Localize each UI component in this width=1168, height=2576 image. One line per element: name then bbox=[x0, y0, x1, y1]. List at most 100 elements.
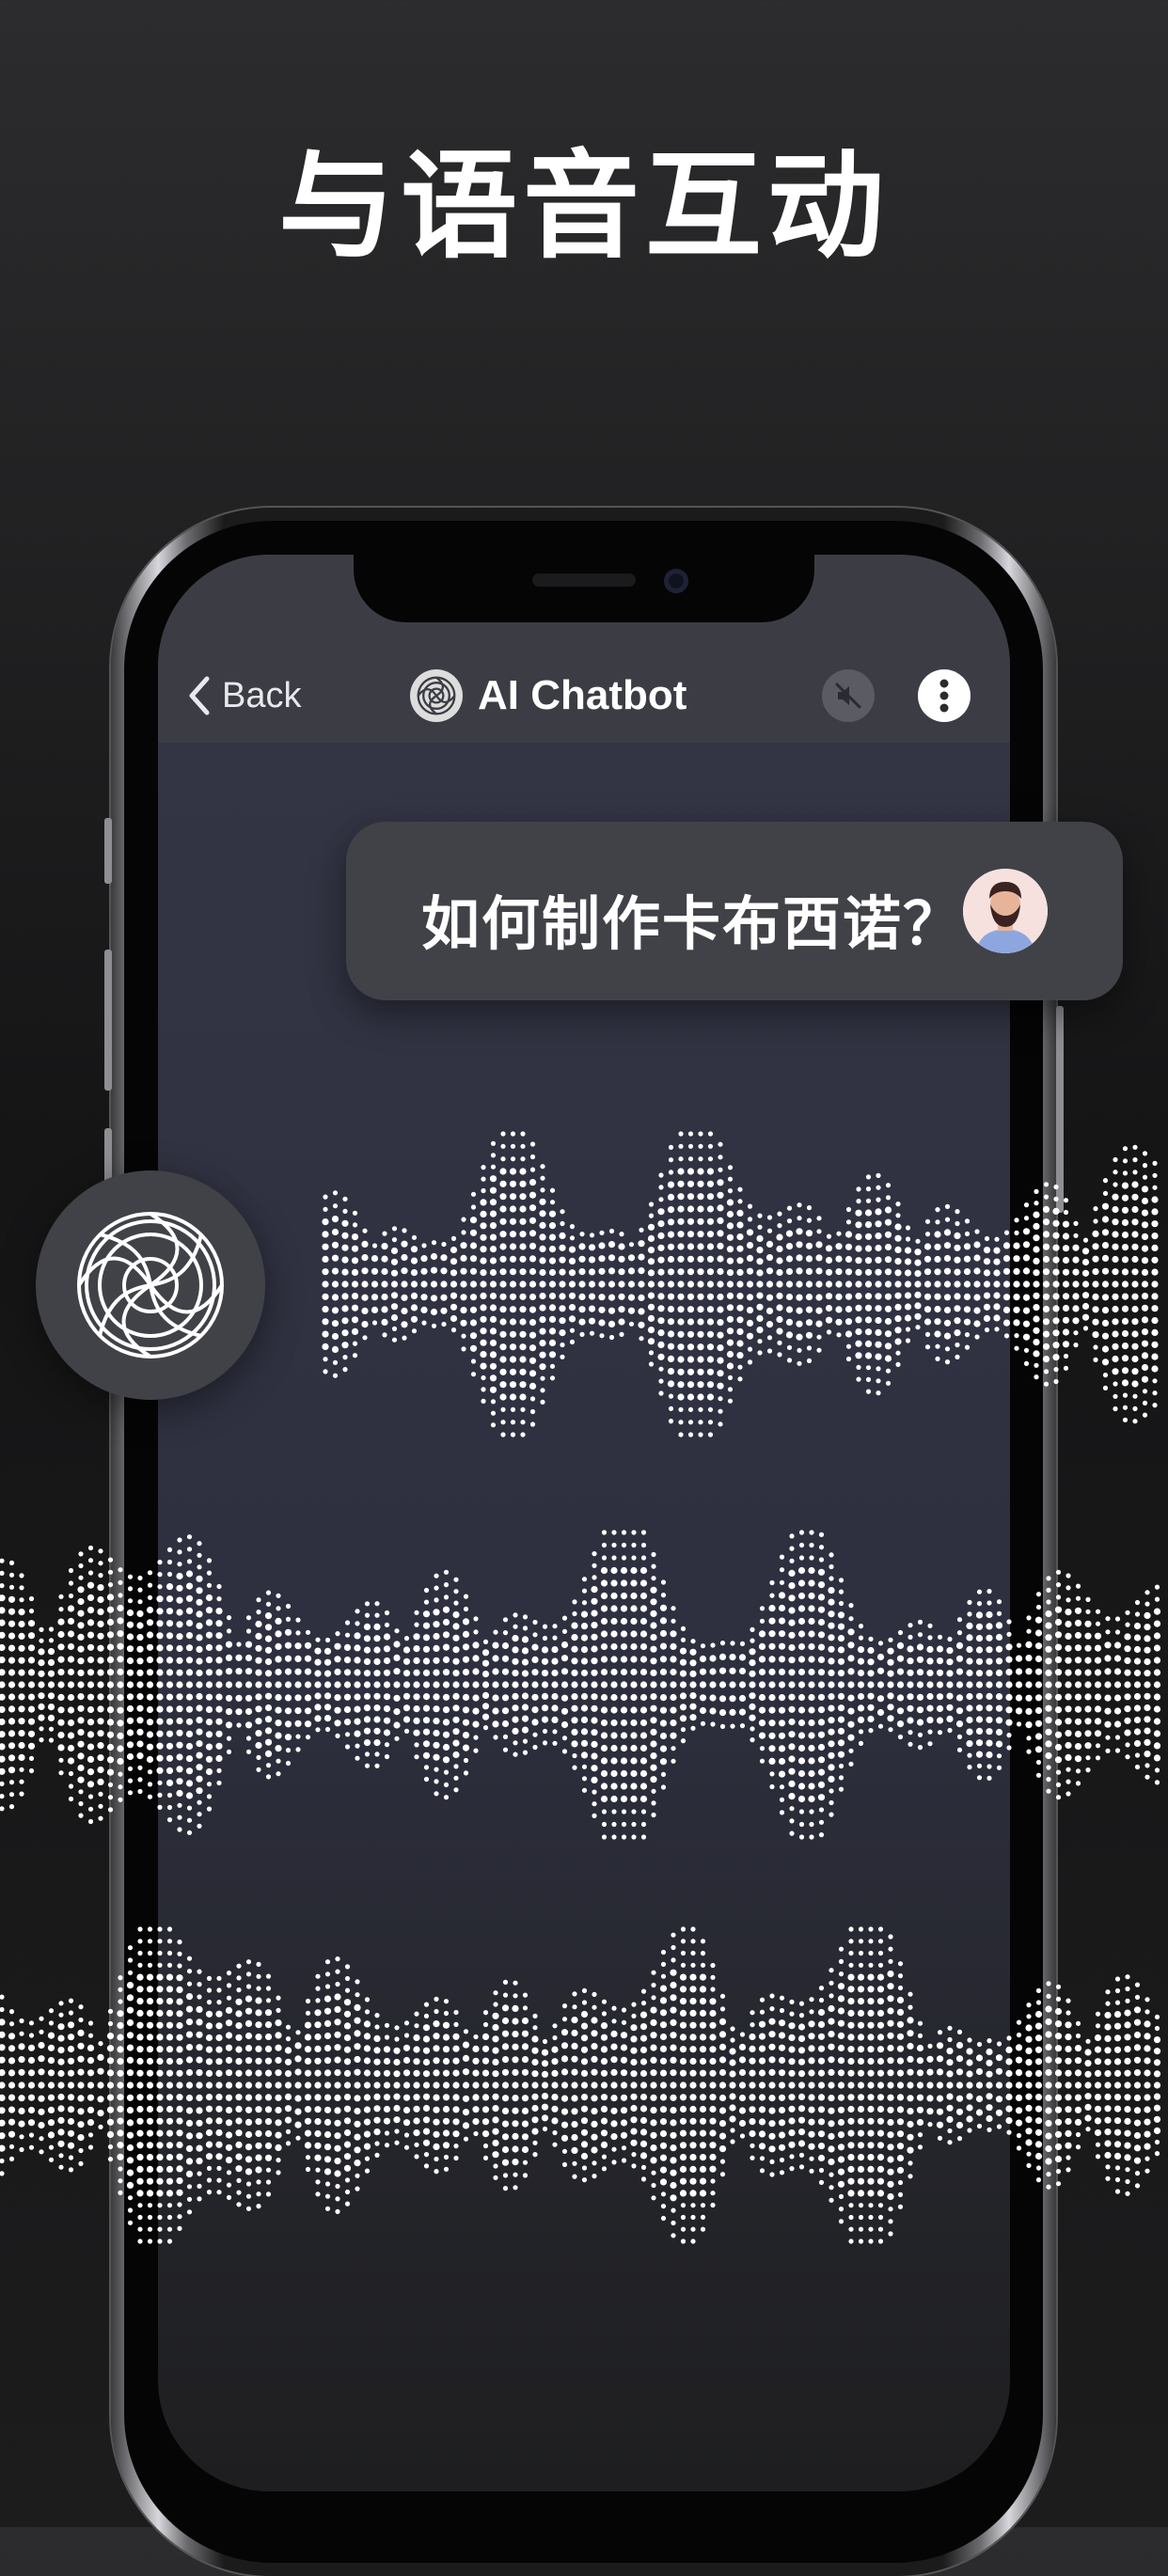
wave-dot bbox=[157, 1780, 163, 1785]
wave-dot bbox=[423, 2152, 430, 2158]
wave-dot bbox=[322, 1343, 329, 1350]
wave-dot bbox=[197, 1541, 202, 1547]
wave-dot bbox=[294, 1694, 302, 1702]
wave-dot bbox=[608, 1267, 616, 1275]
wave-dot bbox=[0, 1583, 5, 1589]
wave-dot bbox=[966, 2081, 973, 2089]
wave-dot bbox=[521, 2095, 529, 2102]
wave-dot bbox=[697, 1330, 704, 1338]
wave-dot bbox=[699, 2117, 707, 2125]
wave-dot bbox=[343, 1657, 352, 1664]
wave-dot bbox=[717, 1357, 724, 1364]
wave-dot bbox=[501, 2004, 510, 2012]
wave-dot bbox=[677, 1193, 685, 1201]
wave-dot bbox=[857, 1646, 865, 1654]
wave-dot bbox=[867, 1646, 875, 1655]
wave-dot bbox=[671, 1606, 676, 1611]
wave-dot bbox=[808, 2057, 815, 2065]
wave-dot bbox=[627, 1307, 636, 1314]
wave-dot bbox=[1151, 1244, 1159, 1251]
wave-dot bbox=[1094, 2128, 1102, 2137]
wave-dot bbox=[343, 1999, 352, 2006]
wave-dot bbox=[591, 2146, 598, 2154]
wave-dot bbox=[805, 1255, 813, 1263]
wave-dot bbox=[118, 1593, 123, 1598]
wave-dot bbox=[334, 2158, 341, 2165]
wave-dot bbox=[433, 1632, 440, 1641]
wave-dot bbox=[788, 1693, 796, 1701]
wave-dot bbox=[136, 2094, 144, 2101]
wave-dot bbox=[225, 2131, 233, 2139]
wave-dot bbox=[206, 2000, 213, 2005]
wave-dot bbox=[67, 1617, 75, 1626]
wave-dot bbox=[186, 1805, 193, 1811]
wave-dot bbox=[235, 2141, 243, 2148]
wave-dot bbox=[166, 1962, 173, 1968]
wave-dot bbox=[285, 2128, 292, 2134]
wave-dot bbox=[156, 1657, 164, 1664]
wave-dot bbox=[699, 1655, 707, 1663]
wave-dot bbox=[868, 1939, 874, 1944]
wave-dot bbox=[1114, 1976, 1121, 1982]
wave-dot bbox=[778, 2094, 786, 2101]
wave-dot bbox=[983, 1280, 991, 1288]
wave-dot bbox=[126, 2157, 134, 2164]
wave-dot bbox=[963, 1318, 971, 1326]
wave-dot bbox=[522, 2160, 529, 2165]
wave-dot bbox=[1045, 2005, 1052, 2013]
wave-dot bbox=[322, 1318, 329, 1326]
wave-dot bbox=[1124, 1657, 1131, 1664]
wave-dot bbox=[707, 1131, 714, 1137]
wave-dot bbox=[1134, 1994, 1141, 2000]
wave-dot bbox=[552, 1729, 558, 1735]
wave-dot bbox=[750, 2022, 755, 2028]
wave-dot bbox=[954, 1293, 961, 1300]
wave-dot bbox=[630, 2024, 638, 2032]
wave-dot bbox=[1034, 1694, 1043, 1702]
wave-dot bbox=[875, 1328, 882, 1336]
wave-dot bbox=[817, 1794, 826, 1801]
wave-dot bbox=[1065, 1741, 1072, 1750]
wave-dot bbox=[8, 1595, 16, 1603]
wave-dot bbox=[136, 2081, 144, 2089]
wave-dot bbox=[256, 1973, 261, 1979]
wave-dot bbox=[797, 2105, 806, 2113]
wave-dot bbox=[897, 1985, 904, 1991]
wave-dot bbox=[956, 1747, 963, 1752]
wave-dot bbox=[284, 1641, 292, 1649]
wave-dot bbox=[206, 1987, 213, 1993]
wave-dot bbox=[384, 1742, 390, 1748]
wave-dot bbox=[651, 1812, 656, 1818]
wave-dot bbox=[215, 1730, 223, 1737]
wave-dot bbox=[334, 2018, 341, 2026]
wave-dot bbox=[481, 2057, 490, 2065]
wave-dot bbox=[1153, 1742, 1161, 1750]
wave-dot bbox=[117, 1720, 124, 1727]
wave-dot bbox=[706, 1318, 715, 1326]
wave-dot bbox=[176, 1729, 183, 1736]
wave-dot bbox=[867, 1670, 875, 1677]
wave-dot bbox=[1122, 1405, 1129, 1410]
wave-dot bbox=[156, 2142, 164, 2149]
wave-dot bbox=[1085, 1596, 1091, 1602]
wave-dot bbox=[196, 1751, 203, 1759]
wave-dot bbox=[937, 2030, 943, 2035]
wave-dot bbox=[414, 2154, 419, 2160]
wave-dot bbox=[1025, 1694, 1033, 1702]
wave-dot bbox=[857, 2177, 865, 2185]
wave-dot bbox=[797, 1783, 806, 1790]
wave-dot bbox=[687, 1393, 695, 1401]
wave-dot bbox=[294, 1668, 302, 1675]
wave-dot bbox=[532, 1744, 538, 1751]
wave-dot bbox=[838, 1971, 844, 1977]
wave-dot bbox=[689, 2142, 697, 2149]
wave-dot bbox=[670, 2018, 677, 2026]
wave-dot bbox=[1052, 1207, 1060, 1215]
wave-dot bbox=[295, 1617, 301, 1623]
wave-dot bbox=[1074, 2045, 1082, 2052]
wave-dot bbox=[598, 1242, 606, 1249]
wave-dot bbox=[630, 1719, 638, 1727]
wave-dot bbox=[57, 2140, 65, 2147]
wave-dot bbox=[592, 1575, 597, 1580]
wave-dot bbox=[797, 1693, 806, 1702]
